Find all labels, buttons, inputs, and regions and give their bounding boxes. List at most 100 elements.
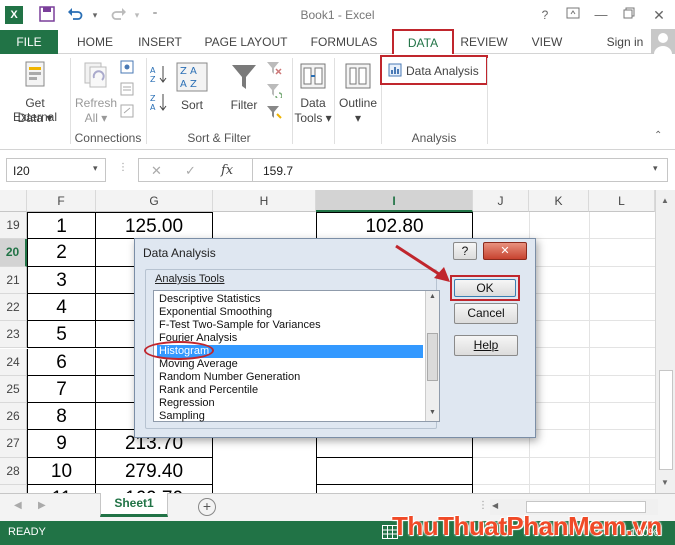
cell-i[interactable]: [316, 485, 473, 493]
select-all-corner[interactable]: [0, 190, 27, 212]
tab-home[interactable]: HOME: [70, 30, 120, 54]
scroll-up-icon[interactable]: ▲: [661, 196, 669, 205]
sheet-tab-sheet1[interactable]: Sheet1: [100, 493, 168, 517]
cell-f[interactable]: 5: [27, 321, 96, 349]
row-header[interactable]: 19: [0, 212, 27, 240]
restore-icon[interactable]: [620, 6, 638, 24]
analysis-tool-item[interactable]: F-Test Two-Sample for Variances: [157, 319, 423, 332]
help-icon[interactable]: ?: [536, 6, 554, 24]
column-header-k[interactable]: K: [529, 190, 589, 212]
row-header[interactable]: 28: [0, 457, 27, 485]
outline-button[interactable]: Outline ▾: [336, 56, 380, 128]
tab-insert[interactable]: INSERT: [132, 30, 188, 54]
tab-view[interactable]: VIEW: [526, 30, 568, 54]
column-header-i[interactable]: I: [316, 190, 473, 212]
row-header[interactable]: 29: [0, 485, 27, 493]
filter-button[interactable]: Filter: [224, 56, 264, 128]
connections-icon[interactable]: [120, 60, 134, 77]
sheet-next-icon[interactable]: ▶: [38, 500, 46, 511]
row-header[interactable]: 26: [0, 403, 27, 431]
row-header[interactable]: 27: [0, 430, 27, 458]
tab-formulas[interactable]: FORMULAS: [306, 30, 382, 54]
cell-f[interactable]: 4: [27, 293, 96, 322]
cell-f[interactable]: 2: [27, 239, 96, 267]
close-icon[interactable]: ✕: [650, 6, 668, 24]
analysis-tool-item[interactable]: Regression: [157, 397, 423, 410]
cell-f[interactable]: 11: [27, 485, 96, 493]
column-header-g[interactable]: G: [96, 190, 213, 212]
tab-data[interactable]: DATA: [392, 29, 454, 55]
ok-button[interactable]: OK: [454, 279, 516, 297]
column-header-l[interactable]: L: [589, 190, 655, 212]
row-header[interactable]: 25: [0, 375, 27, 404]
avatar[interactable]: [651, 29, 675, 54]
name-box[interactable]: I20 ▾: [6, 158, 106, 182]
cell-f[interactable]: 6: [27, 348, 96, 376]
refresh-all-button[interactable]: Refresh All ▾: [72, 56, 120, 128]
scroll-thumb[interactable]: [659, 370, 673, 470]
minimize-icon[interactable]: —: [592, 6, 610, 24]
row-header[interactable]: 21: [0, 266, 27, 294]
get-external-data-button[interactable]: Get External Data ▾: [2, 56, 68, 128]
cancel-entry-icon[interactable]: ✕: [151, 163, 162, 179]
cancel-button[interactable]: Cancel: [454, 303, 518, 324]
dialog-close-button[interactable]: ✕: [483, 242, 527, 260]
cell-f[interactable]: 7: [27, 375, 96, 404]
cell-g[interactable]: 279.40: [96, 457, 213, 485]
tab-page-layout[interactable]: PAGE LAYOUT: [200, 30, 292, 54]
cell-f[interactable]: 1: [27, 212, 96, 240]
analysis-tool-item[interactable]: Rank and Percentile: [157, 384, 423, 397]
cell-g[interactable]: 125.00: [96, 212, 213, 240]
cell-f[interactable]: 8: [27, 403, 96, 431]
zoom-level[interactable]: 100%: [630, 527, 658, 539]
analysis-tool-item[interactable]: Random Number Generation: [157, 371, 423, 384]
sort-descending-icon[interactable]: ZA: [150, 92, 168, 115]
sheet-prev-icon[interactable]: ◀: [14, 500, 22, 511]
sort-ascending-icon[interactable]: AZ: [150, 64, 168, 87]
confirm-entry-icon[interactable]: ✓: [185, 163, 196, 179]
edit-links-icon[interactable]: [120, 104, 134, 121]
row-header[interactable]: 24: [0, 348, 27, 376]
analysis-tool-item[interactable]: Moving Average: [157, 358, 423, 371]
list-scroll-thumb[interactable]: [427, 333, 438, 381]
row-header[interactable]: 22: [0, 293, 27, 322]
add-sheet-button[interactable]: +: [198, 498, 216, 516]
analysis-tool-item[interactable]: Sampling: [157, 410, 423, 423]
cell-f[interactable]: 10: [27, 457, 96, 485]
sign-in-link[interactable]: Sign in: [600, 30, 650, 54]
collapse-ribbon-icon[interactable]: ⌃: [654, 130, 662, 141]
list-scroll-down-icon[interactable]: ▼: [429, 409, 436, 416]
cell-i[interactable]: [316, 457, 473, 485]
tab-file[interactable]: FILE: [0, 30, 58, 54]
scroll-left-icon[interactable]: ◀: [492, 501, 498, 510]
insert-function-icon[interactable]: fx: [221, 163, 233, 178]
advanced-filter-icon[interactable]: [266, 104, 282, 123]
column-header-f[interactable]: F: [27, 190, 96, 212]
ribbon-display-icon[interactable]: [564, 6, 582, 24]
name-box-dropdown-icon[interactable]: ▾: [93, 163, 98, 174]
list-scrollbar[interactable]: ▲ ▼: [425, 291, 439, 421]
cell-f[interactable]: 9: [27, 430, 96, 458]
clear-filter-icon[interactable]: [266, 60, 282, 79]
data-analysis-button[interactable]: Data Analysis: [380, 55, 488, 85]
scroll-down-icon[interactable]: ▼: [661, 478, 669, 487]
cell-f[interactable]: 3: [27, 266, 96, 294]
cell-g[interactable]: 169.70: [96, 485, 213, 493]
expand-formula-icon[interactable]: ▾: [653, 163, 658, 174]
formula-input[interactable]: 159.7 ▾: [252, 158, 668, 182]
column-header-h[interactable]: H: [213, 190, 316, 212]
properties-icon[interactable]: [120, 82, 134, 99]
analysis-tool-item[interactable]: Descriptive Statistics: [157, 293, 423, 306]
analysis-tool-item[interactable]: Exponential Smoothing: [157, 306, 423, 319]
list-scroll-up-icon[interactable]: ▲: [429, 293, 436, 300]
tab-review[interactable]: REVIEW: [458, 30, 510, 54]
data-tools-button[interactable]: Data Tools ▾: [292, 56, 334, 128]
cell-i[interactable]: 102.80: [316, 212, 473, 240]
vertical-scrollbar[interactable]: ▲ ▼: [655, 190, 675, 493]
reapply-filter-icon[interactable]: [266, 82, 283, 101]
row-header[interactable]: 23: [0, 321, 27, 349]
column-header-j[interactable]: J: [473, 190, 529, 212]
sort-button[interactable]: Z A A Z Sort: [172, 56, 212, 128]
help-button[interactable]: Help: [454, 335, 518, 356]
row-header[interactable]: 20: [0, 239, 27, 267]
